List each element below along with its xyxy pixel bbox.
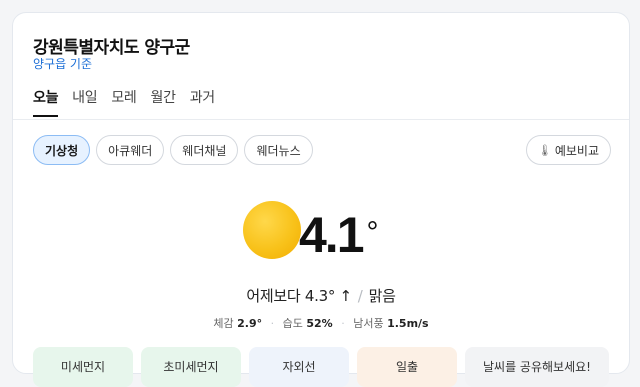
location-subtitle[interactable]: 양구읍 기준 — [33, 55, 92, 72]
source-chip-kma[interactable]: 기상청 — [33, 135, 91, 165]
source-chip-accuweather[interactable]: 아큐웨더 — [96, 135, 165, 165]
thermometer-icon: 🌡 — [537, 143, 552, 157]
humidity-value: 52% — [306, 317, 333, 330]
weather-condition: 맑음 — [368, 287, 396, 305]
uv-index-label: 자외선 — [282, 360, 316, 374]
tab-day-after[interactable]: 모레 — [111, 87, 136, 117]
fine-dust-label: 미세먼지 — [60, 360, 106, 374]
forecast-compare-label: 예보비교 — [554, 143, 599, 158]
forecast-compare-button[interactable]: 🌡 예보비교 — [525, 135, 611, 165]
indicator-boxes: 미세먼지 초미세먼지 자외선 일출 날씨를 공유해보세요! — [33, 347, 609, 387]
tab-past[interactable]: 과거 — [190, 87, 215, 117]
share-weather-label: 날씨를 공유해보세요! — [483, 360, 591, 374]
wind-value: 1.5m/s — [387, 317, 429, 330]
sunrise-box[interactable]: 일출 — [357, 347, 457, 387]
compare-yesterday: 어제보다 4.3° ↑ — [246, 287, 352, 305]
source-chip-weatherchannel[interactable]: 웨더채널 — [170, 135, 239, 165]
source-chip-weathernews[interactable]: 웨더뉴스 — [244, 135, 313, 165]
humidity-label: 습도 — [282, 317, 303, 330]
feels-like-value: 2.9° — [237, 317, 263, 330]
wind-label: 남서풍 — [353, 317, 384, 330]
detail-separator: · — [270, 317, 275, 330]
source-chips: 기상청 아큐웨더 웨더채널 웨더뉴스 — [33, 135, 313, 165]
temperature-value: 4.1 — [299, 207, 365, 263]
tabs-divider — [13, 119, 629, 120]
current-temperature: 4.1 ° — [299, 205, 379, 265]
sunrise-label: 일출 — [395, 360, 419, 374]
tab-today[interactable]: 오늘 — [33, 87, 58, 117]
uv-index-box[interactable]: 자외선 — [249, 347, 349, 387]
share-weather-box[interactable]: 날씨를 공유해보세요! — [465, 347, 609, 387]
tab-monthly[interactable]: 월간 — [151, 87, 176, 117]
detail-separator: · — [341, 317, 345, 330]
weather-summary: 어제보다 4.3° ↑ / 맑음 — [13, 285, 629, 306]
ultrafine-dust-box[interactable]: 초미세먼지 — [141, 347, 241, 387]
day-tabs: 오늘 내일 모레 월간 과거 — [33, 87, 215, 117]
sun-icon — [243, 201, 301, 259]
weather-details: 체감 2.9° · 습도 52% · 남서풍 1.5m/s — [13, 315, 629, 331]
degree-symbol: ° — [366, 216, 379, 249]
summary-separator: / — [357, 287, 363, 305]
weather-card: 강원특별자치도 양구군 양구읍 기준 오늘 내일 모레 월간 과거 기상청 아큐… — [12, 12, 630, 387]
tab-tomorrow[interactable]: 내일 — [72, 87, 97, 117]
ultrafine-dust-label: 초미세먼지 — [163, 360, 219, 374]
feels-like-label: 체감 — [213, 317, 234, 330]
fine-dust-box[interactable]: 미세먼지 — [33, 347, 133, 387]
